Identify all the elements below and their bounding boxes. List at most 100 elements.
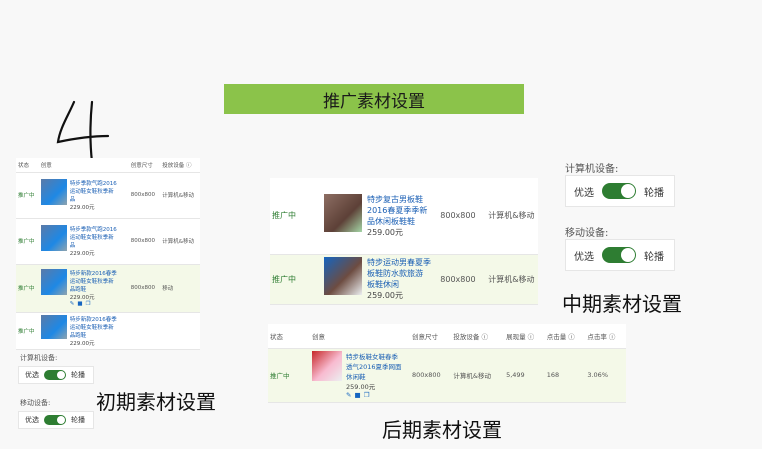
col-device: 投放设备 ⓘ	[451, 324, 505, 349]
table-row[interactable]: 推广中 特步季款气跑2016运动鞋女鞋秋季新品 229.00元 800x800 计…	[16, 218, 200, 265]
col-ctr: 点击率 ⓘ	[585, 324, 626, 349]
product-name[interactable]: 特步复古男板鞋2016春夏季季新品休闲板鞋鞋	[367, 194, 433, 227]
status-label: 推广中	[16, 218, 39, 265]
size-cell: 800x800	[128, 264, 161, 313]
status-label: 推广中	[270, 254, 322, 305]
product-price: 259.00元	[367, 227, 403, 237]
product-thumbnail[interactable]	[312, 351, 342, 381]
impressions-cell: 5,499	[504, 348, 545, 403]
copy-icon[interactable]: ❐	[364, 391, 370, 399]
device-cell	[160, 312, 200, 350]
delete-icon[interactable]: ■	[77, 301, 82, 307]
size-cell: 800x800	[128, 172, 161, 219]
option-rotate[interactable]: 轮播	[644, 248, 664, 263]
creative-cell: 特步运动男春夏季板鞋防水款旅游 板鞋休闲 259.00元	[322, 254, 439, 305]
creative-cell: 特步新款2016春季运动鞋女鞋秋季新品跑鞋 229.00元	[38, 312, 129, 350]
product-name[interactable]: 特步板鞋女鞋春季透气2016夏季网面休闲鞋	[346, 351, 402, 381]
early-creative-table: 状态 创意 创意尺寸 投放设备 ⓘ 推广中 特步季款气跑2016运动鞋女鞋秋季新…	[16, 158, 200, 350]
product-thumbnail[interactable]	[40, 314, 67, 339]
product-name[interactable]: 特步运动男春夏季板鞋防水款旅游 板鞋休闲	[367, 257, 433, 290]
product-price: 229.00元	[69, 205, 95, 211]
mobile-device-label: 移动设备:	[565, 228, 609, 239]
option-rotate[interactable]: 轮播	[71, 370, 85, 380]
creative-cell: 特步新款2016春季运动鞋女鞋秋季新品跑鞋 229.00元 ✎ ■ ❐	[38, 264, 129, 313]
handwritten-number-4	[56, 100, 110, 164]
size-cell	[128, 312, 161, 350]
col-clicks: 点击量 ⓘ	[544, 324, 586, 349]
table-row[interactable]: 推广中 特步复古男板鞋2016春夏季季新品休闲板鞋鞋 259.00元 800x80…	[270, 178, 538, 255]
device-cell: 计算机&移动	[486, 254, 538, 305]
product-thumbnail[interactable]	[324, 257, 362, 295]
ctr-cell: 3.06%	[585, 348, 626, 403]
status-label: 推广中	[16, 264, 39, 313]
mobile-device-setting: 优选 轮播	[565, 239, 675, 271]
option-rotate[interactable]: 轮播	[71, 415, 85, 425]
delete-icon[interactable]: ■	[354, 391, 360, 399]
col-status: 状态	[268, 324, 310, 349]
computer-device-toggle[interactable]	[602, 183, 636, 199]
product-price: 229.00元	[69, 251, 95, 257]
product-price: 229.00元	[69, 295, 95, 301]
product-name[interactable]: 特步新款2016春季运动鞋女鞋秋季新品跑鞋	[70, 315, 118, 339]
mobile-device-setting: 优选 轮播	[18, 411, 94, 429]
creative-cell: 特步季款气跑2016运动鞋女鞋秋季新品 229.00元	[38, 172, 129, 219]
computer-device-label: 计算机设备:	[20, 354, 58, 362]
product-thumbnail[interactable]	[40, 269, 67, 295]
edit-icon[interactable]: ✎	[70, 301, 75, 307]
device-cell: 移动	[160, 264, 200, 313]
table-row[interactable]: 推广中 特步新款2016春季运动鞋女鞋秋季新品跑鞋 229.00元 ✎ ■ ❐ 800x…	[16, 264, 200, 313]
col-impressions: 展现量 ⓘ	[504, 324, 545, 349]
table-row[interactable]: 推广中 特步运动男春夏季板鞋防水款旅游 板鞋休闲 259.00元 800x800 …	[270, 254, 538, 305]
product-name[interactable]: 特步季款气跑2016运动鞋女鞋秋季新品	[70, 179, 118, 203]
page-title: 推广素材设置	[224, 84, 524, 114]
edit-icon[interactable]: ✎	[346, 391, 351, 399]
middle-caption: 中期素材设置	[562, 292, 682, 316]
mobile-device-toggle[interactable]	[44, 415, 66, 425]
option-preferred[interactable]: 优选	[574, 184, 594, 199]
option-rotate[interactable]: 轮播	[644, 184, 664, 199]
product-thumbnail[interactable]	[40, 179, 67, 205]
col-size: 创意尺寸	[128, 158, 161, 173]
col-creative: 创意	[310, 324, 410, 349]
col-size: 创意尺寸	[410, 324, 452, 349]
product-price: 229.00元	[69, 340, 95, 347]
computer-device-label: 计算机设备:	[565, 164, 619, 175]
computer-device-setting: 优选 轮播	[565, 175, 675, 207]
product-name[interactable]: 特步新款2016春季运动鞋女鞋秋季新品跑鞋	[70, 269, 118, 293]
size-cell: 800x800	[410, 348, 452, 403]
col-device: 投放设备 ⓘ	[160, 158, 200, 173]
product-thumbnail[interactable]	[40, 225, 67, 251]
table-row[interactable]: 推广中 特步新款2016春季运动鞋女鞋秋季新品跑鞋 229.00元	[16, 312, 200, 350]
size-cell: 800x800	[438, 254, 487, 305]
late-creative-table: 状态 创意 创意尺寸 投放设备 ⓘ 展现量 ⓘ 点击量 ⓘ 点击率 ⓘ 推广中 …	[268, 324, 626, 403]
product-thumbnail[interactable]	[324, 193, 362, 232]
clicks-cell: 168	[544, 348, 586, 403]
col-creative: 创意	[38, 158, 129, 173]
creative-cell: 特步板鞋女鞋春季透气2016夏季网面休闲鞋 259.00元 ✎ ■ ❐	[310, 348, 410, 403]
product-name[interactable]: 特步季款气跑2016运动鞋女鞋秋季新品	[70, 225, 118, 249]
computer-device-setting: 优选 轮播	[18, 366, 94, 384]
device-cell: 计算机&移动	[160, 218, 200, 265]
size-cell: 800x800	[128, 218, 161, 265]
option-preferred[interactable]: 优选	[25, 370, 39, 380]
early-caption: 初期素材设置	[96, 390, 216, 414]
mobile-device-toggle[interactable]	[602, 247, 636, 263]
table-row[interactable]: 推广中 特步板鞋女鞋春季透气2016夏季网面休闲鞋 259.00元 ✎ ■ ❐ 800x…	[268, 348, 626, 403]
device-cell: 计算机&移动	[160, 172, 200, 219]
table-row[interactable]: 推广中 特步季款气跑2016运动鞋女鞋秋季新品 229.00元 800x800 计…	[16, 172, 200, 219]
device-cell: 计算机&移动	[451, 348, 505, 403]
product-price: 259.00元	[346, 383, 376, 391]
late-caption: 后期素材设置	[382, 418, 502, 442]
copy-icon[interactable]: ❐	[86, 301, 91, 307]
product-price: 259.00元	[367, 291, 403, 300]
status-label: 推广中	[16, 172, 39, 219]
option-preferred[interactable]: 优选	[574, 248, 594, 263]
status-label: 推广中	[270, 178, 322, 255]
creative-cell: 特步复古男板鞋2016春夏季季新品休闲板鞋鞋 259.00元	[322, 178, 439, 255]
device-cell: 计算机&移动	[486, 178, 538, 255]
middle-creative-table: 推广中 特步复古男板鞋2016春夏季季新品休闲板鞋鞋 259.00元 800x80…	[270, 178, 538, 305]
col-status: 状态	[16, 158, 39, 173]
status-label: 推广中	[268, 348, 310, 403]
computer-device-toggle[interactable]	[44, 370, 66, 380]
option-preferred[interactable]: 优选	[25, 415, 39, 425]
